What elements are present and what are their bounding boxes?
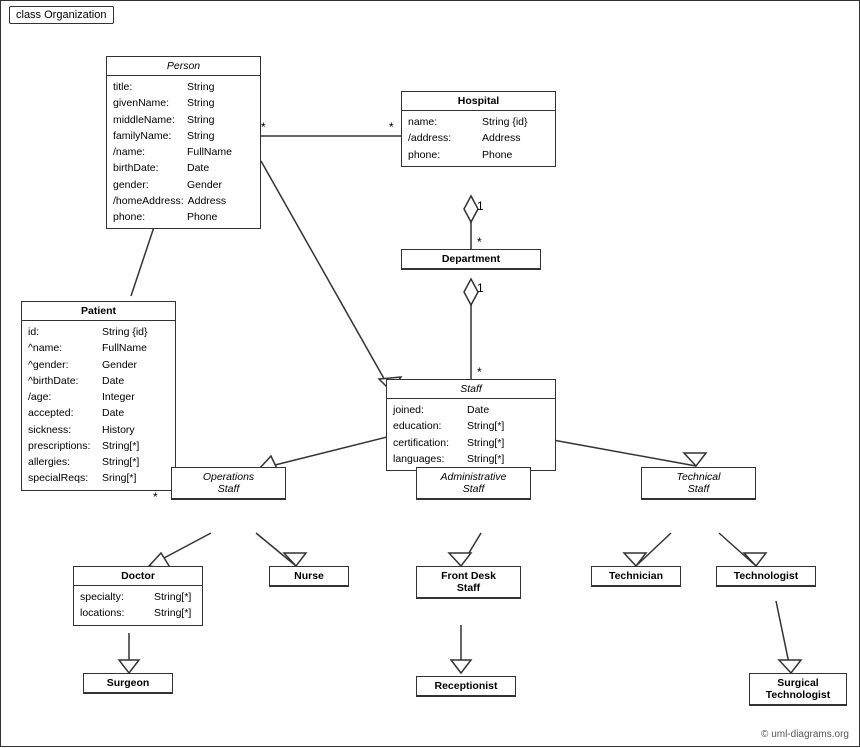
hospital-attrs: name:String {id} /address:Address phone:…: [402, 111, 555, 166]
technician-class: Technician: [591, 566, 681, 587]
svg-text:1: 1: [477, 281, 484, 295]
administrative-staff-header: AdministrativeStaff: [417, 468, 530, 499]
operations-staff-header: OperationsStaff: [172, 468, 285, 499]
receptionist-class-header: Receptionist: [417, 677, 515, 696]
surgical-technologist-header: SurgicalTechnologist: [750, 674, 846, 705]
patient-class-header: Patient: [22, 302, 175, 321]
technologist-class-header: Technologist: [717, 567, 815, 586]
technical-staff-class: TechnicalStaff: [641, 467, 756, 500]
hospital-class-header: Hospital: [402, 92, 555, 111]
front-desk-staff-class: Front DeskStaff: [416, 566, 521, 599]
svg-text:*: *: [477, 235, 482, 249]
patient-attrs: id:String {id} ^name:FullName ^gender:Ge…: [22, 321, 175, 490]
operations-staff-class: OperationsStaff: [171, 467, 286, 500]
front-desk-staff-header: Front DeskStaff: [417, 567, 520, 598]
svg-text:*: *: [261, 120, 266, 134]
hospital-class: Hospital name:String {id} /address:Addre…: [401, 91, 556, 167]
copyright: © uml-diagrams.org: [761, 729, 849, 740]
diagram-title: class Organization: [9, 6, 114, 24]
administrative-staff-class: AdministrativeStaff: [416, 467, 531, 500]
department-class-header: Department: [402, 250, 540, 269]
technical-staff-header: TechnicalStaff: [642, 468, 755, 499]
nurse-class: Nurse: [269, 566, 349, 587]
surgical-technologist-class: SurgicalTechnologist: [749, 673, 847, 706]
staff-class-header: Staff: [387, 380, 555, 399]
patient-class: Patient id:String {id} ^name:FullName ^g…: [21, 301, 176, 491]
svg-text:*: *: [389, 120, 394, 134]
svg-text:*: *: [477, 365, 482, 379]
nurse-class-header: Nurse: [270, 567, 348, 586]
surgeon-class-header: Surgeon: [84, 674, 172, 693]
technician-class-header: Technician: [592, 567, 680, 586]
svg-text:1: 1: [477, 199, 484, 213]
doctor-class: Doctor specialty:String[*] locations:Str…: [73, 566, 203, 626]
svg-text:*: *: [153, 490, 158, 504]
diagram-container: class Organization * * 1 * 1 * * *: [0, 0, 860, 747]
surgeon-class: Surgeon: [83, 673, 173, 694]
staff-attrs: joined:Date education:String[*] certific…: [387, 399, 555, 470]
receptionist-class: Receptionist: [416, 676, 516, 697]
department-class: Department: [401, 249, 541, 270]
staff-class: Staff joined:Date education:String[*] ce…: [386, 379, 556, 471]
doctor-attrs: specialty:String[*] locations:String[*]: [74, 586, 202, 625]
person-class-header: Person: [107, 57, 260, 76]
technologist-class: Technologist: [716, 566, 816, 587]
doctor-class-header: Doctor: [74, 567, 202, 586]
person-class: Person title:String givenName:String mid…: [106, 56, 261, 229]
person-attrs: title:String givenName:String middleName…: [107, 76, 260, 228]
